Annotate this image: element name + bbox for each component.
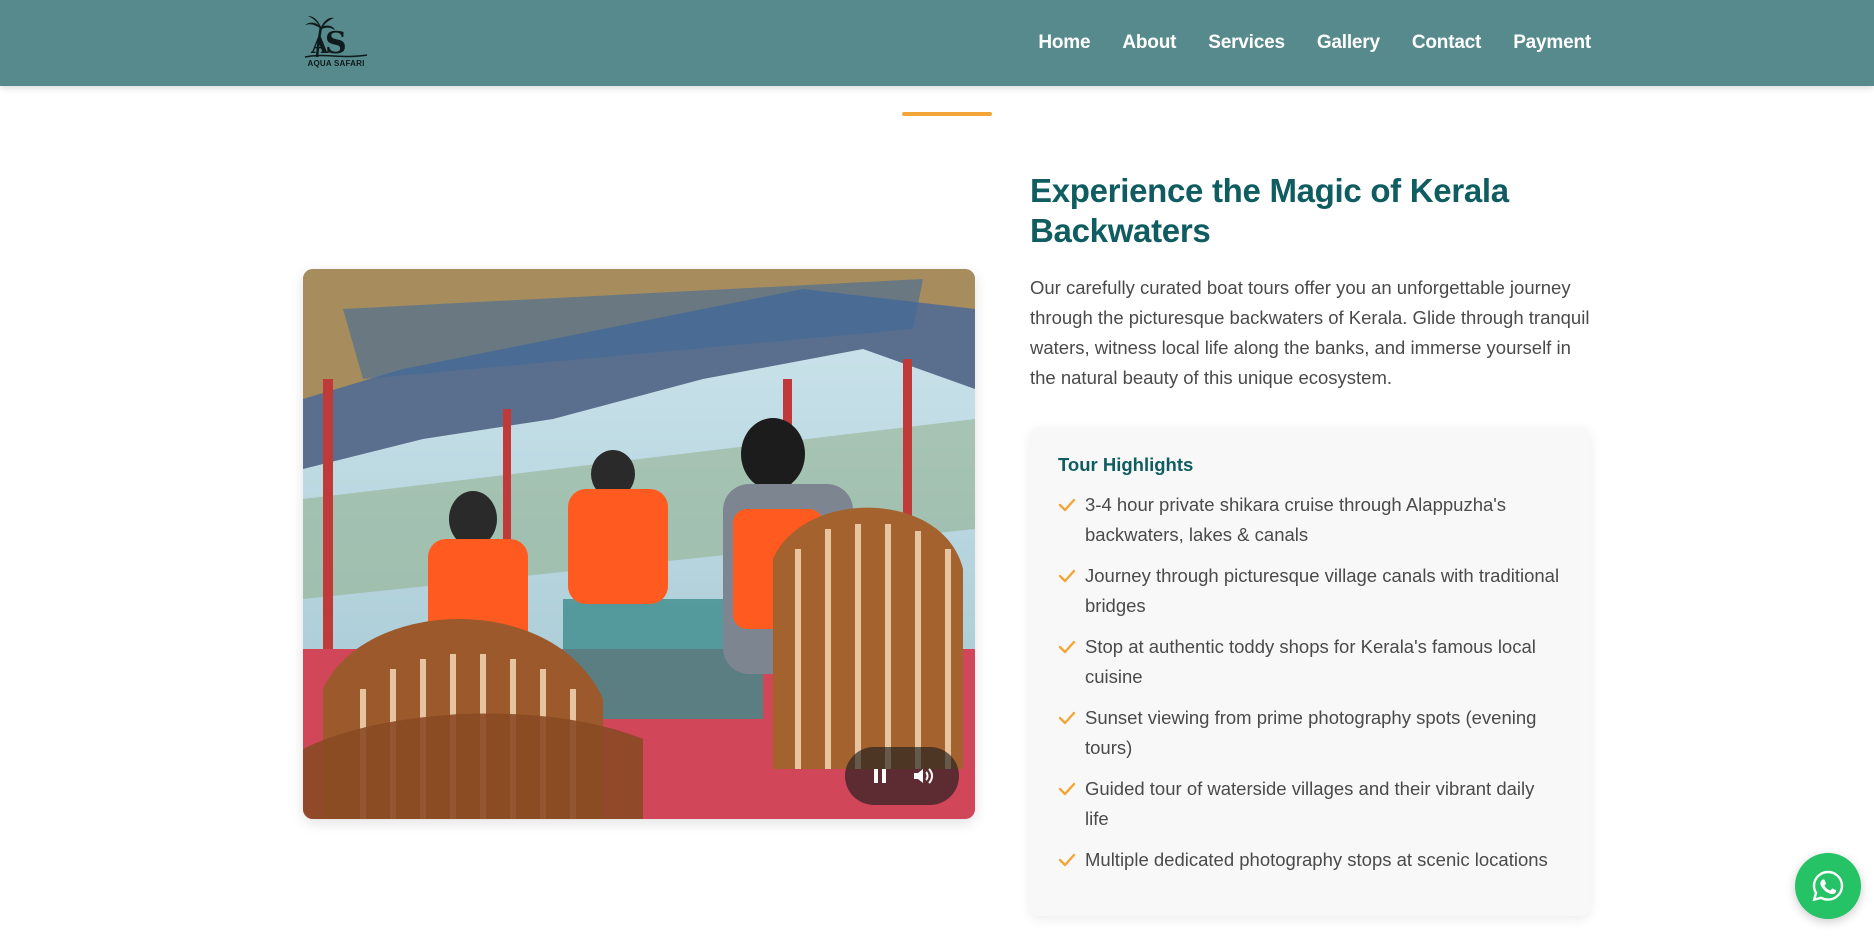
whatsapp-icon <box>1812 870 1844 902</box>
nav-home[interactable]: Home <box>1038 32 1090 54</box>
video-controls <box>845 747 959 805</box>
section-description: Our carefully curated boat tours offer y… <box>1030 277 1590 388</box>
check-icon <box>1058 711 1076 725</box>
tour-video[interactable] <box>303 269 975 819</box>
nav-contact[interactable]: Contact <box>1412 32 1482 54</box>
volume-icon[interactable] <box>910 761 940 791</box>
nav-payment[interactable]: Payment <box>1513 32 1591 54</box>
main-nav: Home About Services Gallery Contact Paym… <box>1006 0 1591 86</box>
section-title-underline <box>902 112 992 116</box>
list-item: 3-4 hour private shikara cruise through … <box>1058 490 1562 550</box>
nav-gallery[interactable]: Gallery <box>1317 32 1380 54</box>
list-item: Journey through picturesque village cana… <box>1058 561 1562 621</box>
tour-highlights-card: Tour Highlights 3-4 hour private shikara… <box>1030 427 1590 916</box>
check-icon <box>1058 853 1076 867</box>
pause-icon[interactable] <box>865 761 895 791</box>
list-item-text: 3-4 hour private shikara cruise through … <box>1085 494 1507 545</box>
list-item-text: Multiple dedicated photography stops at … <box>1085 849 1548 870</box>
list-item-text: Journey through picturesque village cana… <box>1085 565 1560 616</box>
nav-services[interactable]: Services <box>1208 32 1285 54</box>
nav-about[interactable]: About <box>1122 32 1176 54</box>
brand-name: AQUA SAFARI <box>307 59 365 68</box>
list-item: Multiple dedicated photography stops at … <box>1058 845 1562 875</box>
video-frame <box>303 269 975 819</box>
highlights-list: 3-4 hour private shikara cruise through … <box>1058 490 1562 875</box>
highlights-title: Tour Highlights <box>1058 454 1194 475</box>
check-icon <box>1058 569 1076 583</box>
check-icon <box>1058 782 1076 796</box>
section-title: Experience the Magic of Kerala Backwater… <box>1030 172 1509 249</box>
check-icon <box>1058 498 1076 512</box>
list-item: Sunset viewing from prime photography sp… <box>1058 703 1562 763</box>
list-item: Stop at authentic toddy shops for Kerala… <box>1058 632 1562 692</box>
list-item-text: Sunset viewing from prime photography sp… <box>1085 707 1537 758</box>
whatsapp-button[interactable] <box>1795 853 1861 919</box>
list-item-text: Stop at authentic toddy shops for Kerala… <box>1085 636 1536 687</box>
navbar: S A AQUA SAFARI Home About Services Gall… <box>0 0 1874 86</box>
brand-logo[interactable]: S A AQUA SAFARI <box>303 13 369 71</box>
list-item: Guided tour of waterside villages and th… <box>1058 774 1562 834</box>
palm-tree-icon: S A <box>304 16 368 61</box>
list-item-text: Guided tour of waterside villages and th… <box>1085 778 1535 829</box>
check-icon <box>1058 640 1076 654</box>
